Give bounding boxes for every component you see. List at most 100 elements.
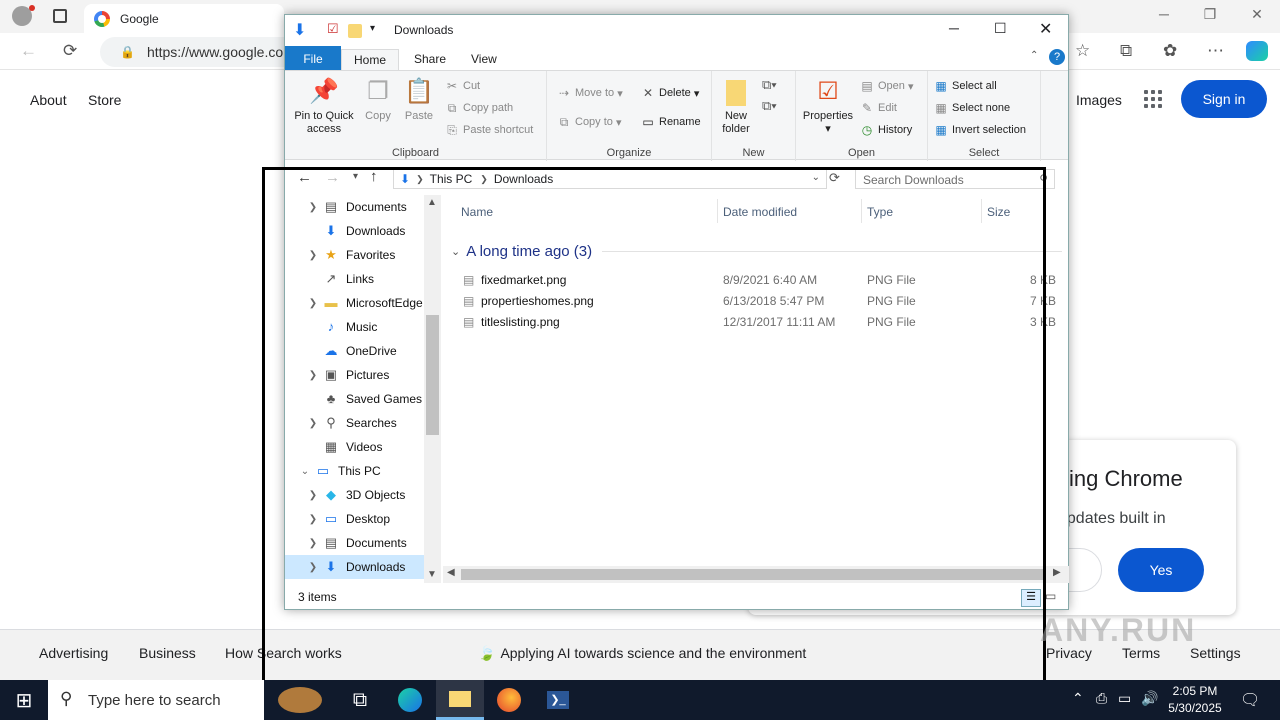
tab-file[interactable]: File [285,46,341,70]
scroll-right-icon[interactable]: ▶ [1053,567,1061,578]
file-explorer-taskbar-icon[interactable] [436,680,484,720]
invert-selection-button[interactable]: ▦ Invert selection [934,123,1026,137]
nav-item[interactable]: ❯ ⬇ Downloads [285,555,425,579]
nav-vertical-scrollbar[interactable]: ▲ ▼ [424,195,441,583]
business-link[interactable]: Business [139,645,196,661]
more-menu-icon[interactable]: ⋯ [1207,41,1224,61]
collections-icon[interactable]: ⧉ [1120,41,1132,61]
new-item-icon[interactable]: ⧉▾ [762,77,777,93]
browser-tab-google[interactable]: Google [84,4,284,33]
nav-item[interactable]: ▦ Videos [285,435,425,459]
cut-button[interactable]: ✂ Cut [445,79,480,93]
new-folder-quick-icon[interactable] [348,24,362,38]
paste-button[interactable]: 📋 Paste [401,77,437,123]
chevron-right-icon[interactable]: ❯ [307,370,319,381]
chevron-right-icon[interactable]: ❯ [307,202,319,213]
edge-icon[interactable] [386,680,434,720]
back-arrow-icon[interactable]: ← [297,169,312,186]
nav-item[interactable]: ❯ ⚲ Searches [285,411,425,435]
search-downloads-input[interactable]: Search Downloads ⚲ [855,169,1055,189]
scroll-left-icon[interactable]: ◀ [447,567,455,578]
browser-restore-icon[interactable]: ❐ [1200,6,1220,23]
copilot-icon[interactable] [1246,41,1268,61]
tab-home[interactable]: Home [341,49,400,70]
store-link[interactable]: Store [88,92,121,108]
chevron-right-icon[interactable]: ❯ [307,514,319,525]
chevron-right-icon[interactable]: ❯ [307,562,319,573]
ai-environment-link[interactable]: 🍃 Applying AI towards science and the env… [478,645,806,662]
start-windows-icon[interactable]: ⊞ [0,680,48,720]
properties-quick-icon[interactable]: ☑ [327,21,339,37]
nav-item[interactable]: ♪ Music [285,315,425,339]
hscroll-thumb[interactable] [461,569,1045,580]
about-link[interactable]: About [30,92,67,108]
address-bar[interactable]: 🔒 https://www.google.co [100,37,300,67]
chevron-right-icon[interactable]: ❯ [307,250,319,261]
tray-chevron-icon[interactable]: ⌃ [1072,690,1084,707]
notification-center-icon[interactable]: 🗨 [1240,690,1260,710]
scroll-thumb[interactable] [426,315,439,435]
help-icon[interactable]: ? [1049,49,1065,65]
details-view-icon[interactable]: ☰ [1021,589,1041,607]
tray-device-icon[interactable]: ⎙ [1096,690,1107,707]
rename-button[interactable]: ▭ Rename [641,115,700,129]
content-horizontal-scrollbar[interactable]: ◀ ▶ [443,566,1069,583]
nav-item[interactable]: ☁ OneDrive [285,339,425,363]
favorites-star-icon[interactable]: ☆ [1075,41,1090,61]
advertising-link[interactable]: Advertising [39,645,108,661]
explorer-maximize-icon[interactable]: ☐ [994,20,1007,37]
new-folder-button[interactable]: New folder [716,77,756,136]
pin-quick-access-button[interactable]: 📌 Pin to Quick access [289,77,359,136]
file-row[interactable]: ▤ propertieshomes.png 6/13/2018 5:47 PM PNG… [463,290,1063,311]
nav-item[interactable]: ❯ ★ Favorites [285,243,425,267]
nav-item[interactable]: ❯ ▤ Documents [285,531,425,555]
reload-icon[interactable]: ⟳ [63,41,77,61]
chevron-right-icon[interactable]: ❯ [307,418,319,429]
paste-shortcut-button[interactable]: ⎘ Paste shortcut [445,123,533,137]
copy-button[interactable]: ❐ Copy [361,77,395,123]
nav-item[interactable]: ❯ ◆ 3D Objects [285,483,425,507]
back-icon[interactable]: ← [20,41,37,61]
column-size[interactable]: Size [987,205,1010,219]
large-icons-view-icon[interactable]: ▭ [1045,589,1056,603]
column-date-modified[interactable]: Date modified [723,205,797,219]
nav-item[interactable]: ↗ Links [285,267,425,291]
breadcrumb-this-pc[interactable]: This PC [430,172,473,186]
task-view-icon[interactable]: ⧉ [336,680,384,720]
taskbar-clock[interactable]: 2:05 PM 5/30/2025 [1168,683,1222,717]
column-type[interactable]: Type [867,205,893,219]
group-header[interactable]: ⌄ A long time ago (3) [451,243,1063,260]
edit-button[interactable]: ✎ Edit [860,101,897,115]
browser-minimize-icon[interactable]: ─ [1154,6,1174,22]
properties-button[interactable]: ☑ Properties ▾ [800,77,856,136]
chevron-right-icon[interactable]: ❯ [307,490,319,501]
recent-locations-icon[interactable]: ▾ [353,171,358,182]
file-row[interactable]: ▤ fixedmarket.png 8/9/2021 6:40 AM PNG File… [463,269,1063,290]
scroll-up-icon[interactable]: ▲ [427,197,437,208]
nav-item[interactable]: ❯ ▬ MicrosoftEdge [285,291,425,315]
tab-share[interactable]: Share [402,49,458,70]
firefox-icon[interactable] [485,680,533,720]
forward-arrow-icon[interactable]: → [325,169,340,186]
how-search-works-link[interactable]: How Search works [225,645,342,661]
history-button[interactable]: ◷ History [860,123,912,137]
taskbar-search-box[interactable]: ⚲ Type here to search [48,680,264,720]
browser-close-icon[interactable]: ✕ [1247,6,1267,23]
google-apps-icon[interactable] [1144,90,1162,108]
breadcrumb-downloads[interactable]: Downloads [494,172,553,186]
nav-item[interactable]: ⌄ ▭ This PC [285,459,425,483]
expanded-chevron-icon[interactable]: ⌄ [299,466,311,477]
network-icon[interactable]: ▭ [1118,690,1131,707]
sign-in-button[interactable]: Sign in [1181,80,1267,118]
qat-dropdown-icon[interactable]: ▾ [370,23,375,34]
select-none-button[interactable]: ▦ Select none [934,101,1010,115]
address-breadcrumb[interactable]: ⬇ ❯ This PC ❯ Downloads ⌄ [393,169,827,189]
collapse-ribbon-icon[interactable]: ⌃ [1030,50,1038,61]
volume-icon[interactable]: 🔊 [1141,690,1158,707]
images-link[interactable]: Images [1076,92,1122,108]
move-to-button[interactable]: ⇢ Move to ▾ [557,86,623,100]
address-dropdown-icon[interactable]: ⌄ [812,172,820,183]
powershell-icon[interactable]: ❯_ [534,680,582,720]
refresh-icon[interactable]: ⟳ [829,170,840,186]
chevron-right-icon[interactable]: ❯ [307,538,319,549]
